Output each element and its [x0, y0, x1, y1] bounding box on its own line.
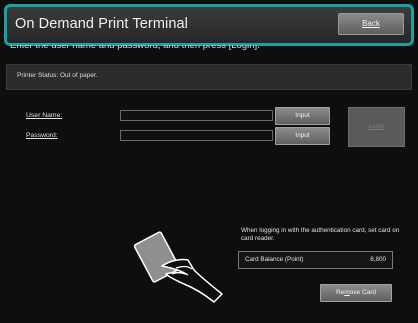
user-name-input-button[interactable]: Input	[275, 107, 330, 125]
password-input-button[interactable]: Input	[275, 127, 330, 145]
card-instruction-text: When logging in with the authentication …	[241, 227, 400, 242]
password-label: Password:	[26, 132, 58, 139]
back-button[interactable]: Back	[338, 13, 404, 35]
header-bar: On Demand Print Terminal Back	[4, 4, 414, 46]
card-balance-box: Card Balance (Point) 8,800	[238, 251, 393, 269]
card-balance-label: Card Balance (Point)	[245, 256, 304, 263]
print-terminal-screen: On Demand Print Terminal Back Enter the …	[0, 0, 418, 323]
printer-status-bar: Printer Status: Out of paper.	[6, 64, 412, 90]
remove-card-label-prefix: Re	[335, 289, 345, 296]
remove-card-button[interactable]: Remove Card	[320, 284, 392, 302]
user-name-field[interactable]	[120, 110, 273, 121]
user-name-label: User Name:	[26, 112, 63, 119]
printer-status-text: Printer Status: Out of paper.	[17, 72, 98, 79]
hand-holding-card-icon	[133, 231, 223, 303]
remove-card-label-suffix: ove Card	[349, 289, 377, 296]
card-balance-value: 8,800	[370, 256, 386, 263]
login-button[interactable]: Login	[348, 107, 405, 147]
password-field[interactable]	[120, 130, 273, 141]
page-title: On Demand Print Terminal	[15, 16, 188, 32]
